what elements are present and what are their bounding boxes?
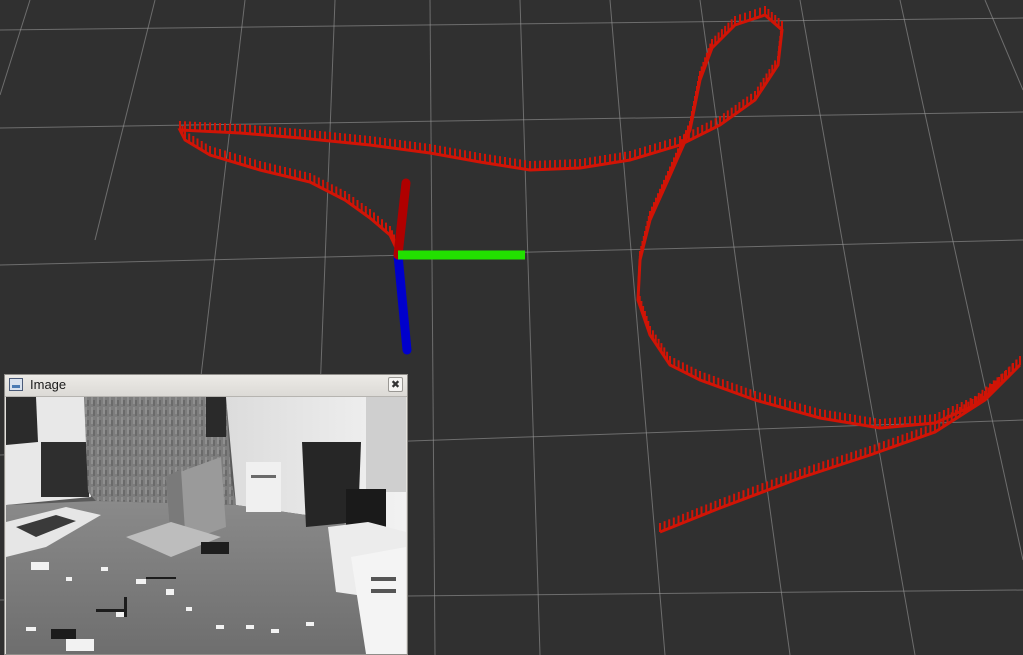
camera-image	[6, 397, 406, 654]
x-axis	[393, 178, 411, 260]
z-axis	[393, 250, 412, 355]
image-window[interactable]: Image ✖	[4, 374, 408, 655]
window-title: Image	[30, 377, 67, 392]
grid-line	[799, 0, 916, 655]
grid-line	[899, 0, 1023, 561]
grid-line	[0, 111, 1023, 129]
grid-line	[609, 0, 666, 655]
image-window-titlebar[interactable]: Image ✖	[5, 375, 407, 397]
grid-line	[0, 17, 1023, 31]
grid-line	[984, 0, 1023, 91]
grid-line	[429, 0, 436, 655]
close-button[interactable]: ✖	[388, 377, 403, 392]
grid-line	[519, 0, 541, 655]
coordinate-axes	[393, 178, 525, 355]
image-icon	[9, 378, 23, 391]
grid-line	[0, 0, 31, 96]
grid-line	[94, 0, 156, 241]
grid-line	[699, 0, 791, 655]
